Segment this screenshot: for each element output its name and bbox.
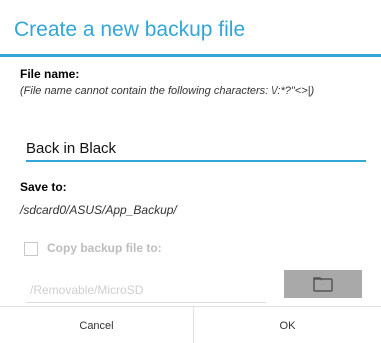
file-name-input[interactable]: Back in Black — [26, 138, 366, 162]
copy-destination-path: /Removable/MicroSD — [30, 283, 144, 297]
folder-icon — [313, 277, 333, 292]
file-name-label: File name: — [20, 67, 80, 81]
create-backup-dialog: Create a new backup file File name: (Fil… — [0, 0, 381, 343]
save-to-path: /sdcard0/ASUS/App_Backup/ — [20, 203, 177, 217]
dialog-button-bar: Cancel OK — [0, 306, 381, 343]
ok-button[interactable]: OK — [194, 307, 381, 343]
title-divider — [0, 54, 381, 57]
copy-backup-checkbox[interactable] — [24, 242, 38, 256]
copy-destination-underline — [26, 302, 266, 303]
cancel-button[interactable]: Cancel — [0, 307, 194, 343]
browse-folder-button[interactable] — [284, 270, 362, 298]
save-to-label: Save to: — [20, 180, 67, 194]
dialog-title: Create a new backup file — [14, 18, 246, 41]
file-name-hint: (File name cannot contain the following … — [20, 85, 315, 97]
copy-backup-label[interactable]: Copy backup file to: — [47, 241, 162, 255]
